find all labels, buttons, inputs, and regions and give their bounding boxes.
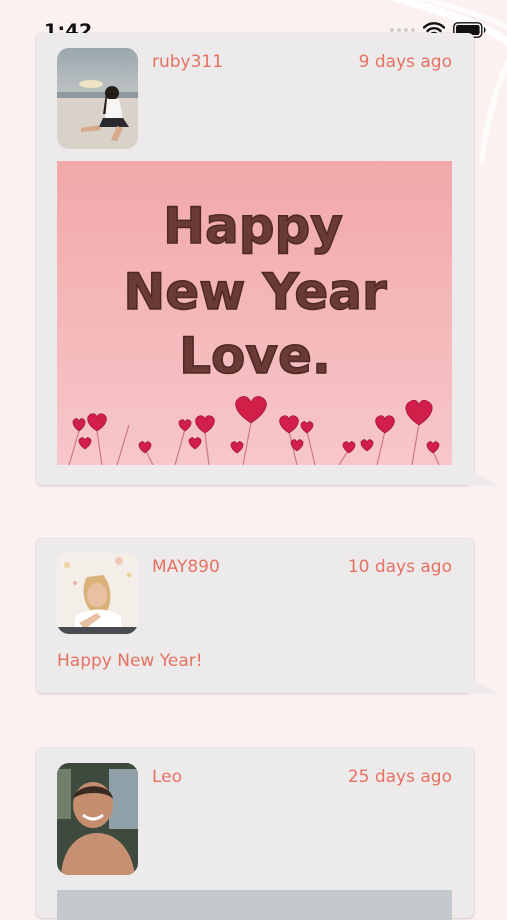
post-timestamp: 25 days ago: [347, 767, 452, 787]
post-card[interactable]: ruby311 9 days ago Happy New Year Love.: [36, 33, 498, 486]
post-image[interactable]: Happy New Year Love.: [57, 161, 452, 465]
post-card[interactable]: MAY890 10 days ago Happy New Year!: [36, 538, 498, 694]
username[interactable]: Leo: [152, 767, 182, 787]
username[interactable]: ruby311: [152, 52, 223, 72]
post-card[interactable]: Leo 25 days ago: [36, 748, 474, 920]
bubble-tail: [468, 676, 498, 694]
greeting-line: New Year: [123, 263, 387, 321]
post-image[interactable]: [57, 890, 452, 920]
username[interactable]: MAY890: [152, 557, 220, 577]
cellular-icon: [390, 28, 415, 32]
message-text: Happy New Year!: [57, 651, 203, 671]
avatar[interactable]: [57, 553, 138, 634]
post-timestamp: 9 days ago: [358, 52, 452, 72]
greeting-line: Happy: [163, 197, 343, 255]
greeting-line: Love.: [179, 327, 331, 385]
post-timestamp: 10 days ago: [347, 557, 452, 577]
avatar[interactable]: [57, 763, 138, 875]
bubble-tail: [468, 468, 498, 486]
avatar[interactable]: [57, 48, 138, 149]
